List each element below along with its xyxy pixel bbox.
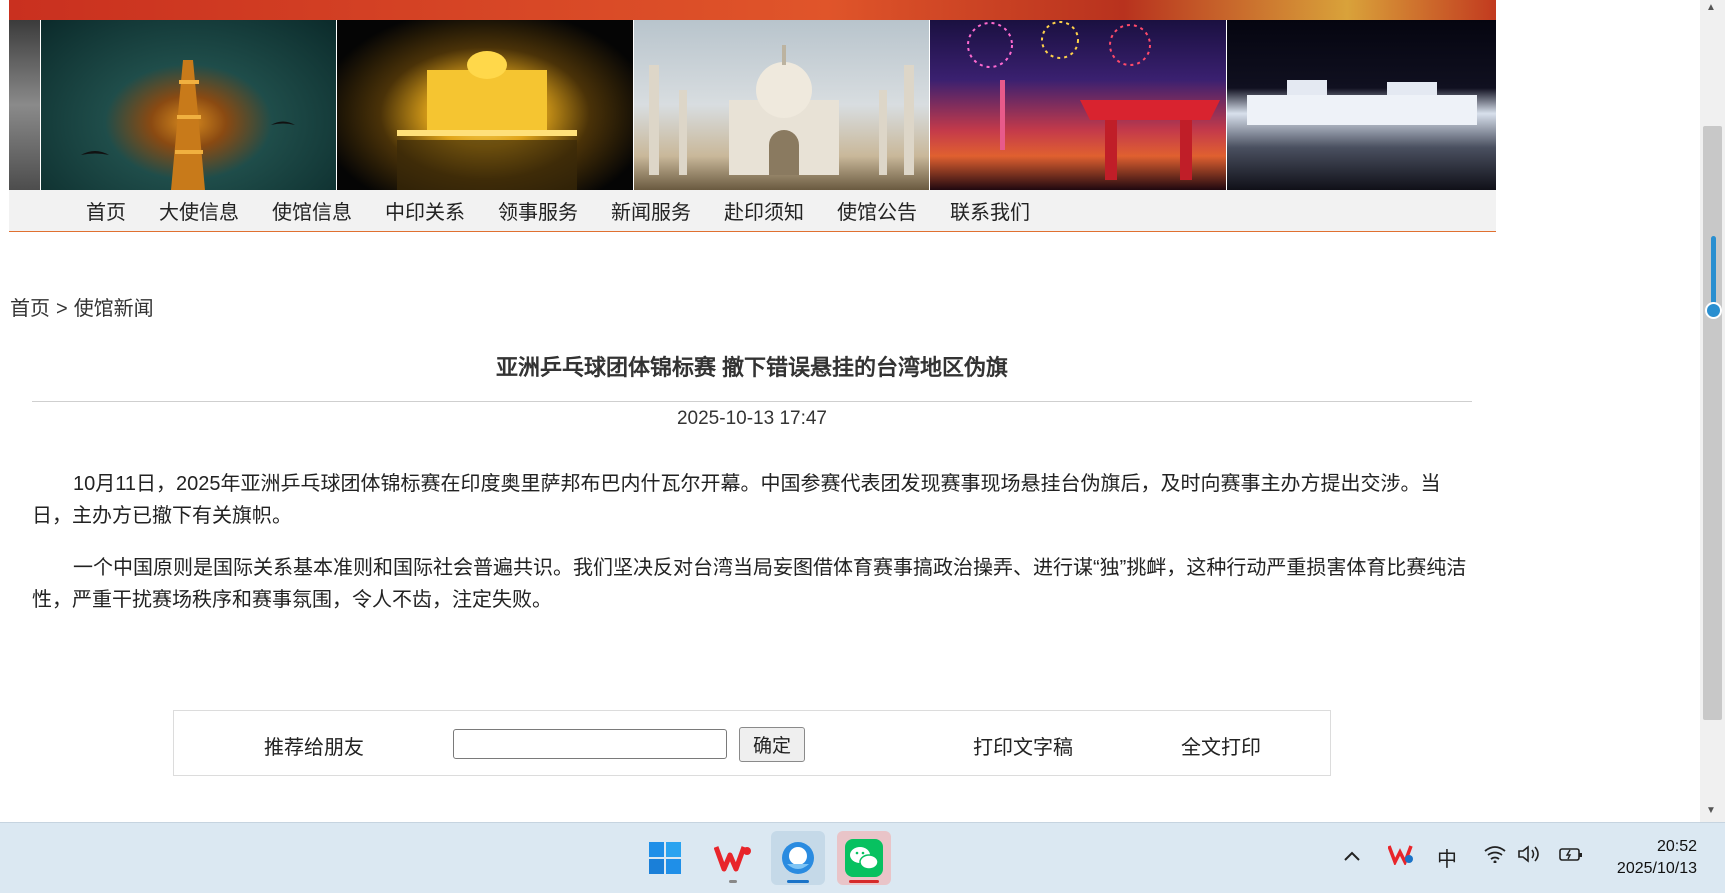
wps-office-icon — [714, 846, 751, 872]
lake-palace-illustration — [1246, 80, 1477, 125]
show-hidden-icons-chevron-icon[interactable] — [1343, 845, 1361, 868]
battery-charging-icon[interactable] — [1558, 845, 1584, 869]
print-text-link[interactable]: 打印文字稿 — [973, 731, 1073, 760]
thermometer-bulb-icon — [1705, 302, 1722, 319]
breadcrumb: 首页 > 使馆新闻 — [10, 292, 154, 321]
shanghai-expo-illustration — [967, 21, 1221, 180]
system-clock[interactable]: 20:52 2025/10/13 — [1617, 836, 1697, 880]
thermometer-widget-icon — [1711, 236, 1716, 310]
taj-mahal-illustration — [648, 45, 914, 175]
print-full-link[interactable]: 全文打印 — [1181, 731, 1261, 760]
taskbar-wechat[interactable] — [837, 831, 891, 885]
main-nav: 首页 大使信息 使馆信息 中印关系 领事服务 新闻服务 赴印须知 使馆公告 联系… — [9, 190, 1496, 232]
breadcrumb-current-link[interactable]: 使馆新闻 — [74, 298, 154, 320]
confirm-button[interactable]: 确定 — [739, 727, 805, 762]
nav-item-travel-notice[interactable]: 赴印须知 — [724, 196, 804, 225]
breadcrumb-home-link[interactable]: 首页 — [10, 298, 50, 320]
windows-start-icon — [649, 842, 681, 874]
banner-photo-taj-mahal — [633, 20, 931, 190]
clock-date: 2025/10/13 — [1616, 860, 1697, 877]
ime-indicator[interactable]: 中 — [1437, 843, 1457, 872]
start-button[interactable] — [638, 831, 692, 885]
breadcrumb-separator: > — [56, 298, 68, 320]
banner-photo-qutub-minar — [40, 20, 338, 190]
title-divider — [32, 401, 1472, 402]
banner-photo-golden-temple — [337, 20, 634, 190]
nav-item-home[interactable]: 首页 — [86, 196, 126, 225]
share-toolbar: 推荐给朋友 确定 打印文字稿 全文打印 — [173, 710, 1331, 776]
wechat-active-indicator — [849, 880, 879, 883]
nav-item-china-india-relations[interactable]: 中印关系 — [385, 196, 465, 225]
article-paragraph: 10月11日，2025年亚洲乒乓球团体锦标赛在印度奥里萨邦布巴内什瓦尔开幕。中国… — [32, 473, 1441, 527]
wifi-icon[interactable] — [1484, 845, 1506, 869]
recommend-to-friend-label: 推荐给朋友 — [264, 737, 364, 759]
golden-temple-illustration — [397, 51, 578, 190]
browser-icon — [782, 842, 814, 874]
clock-time: 20:52 — [1656, 838, 1697, 855]
taskbar-wps-office[interactable] — [706, 831, 760, 885]
article-body: 10月11日，2025年亚洲乒乓球团体锦标赛在印度奥里萨邦布巴内什瓦尔开幕。中国… — [32, 468, 1472, 636]
nav-item-ambassador[interactable]: 大使信息 — [159, 196, 239, 225]
header-top-strip — [9, 0, 1496, 20]
banner-photo-shanghai-fireworks — [930, 20, 1227, 190]
article-paragraph: 一个中国原则是国际关系基本准则和国际社会普遍共识。我们坚决反对台湾当局妄图借体育… — [32, 557, 1467, 611]
recommend-email-input[interactable] — [453, 729, 727, 759]
browser-active-indicator — [787, 880, 809, 883]
article-title: 亚洲乒乓球团体锦标赛 撤下错误悬挂的台湾地区伪旗 — [495, 355, 1009, 380]
banner-photo-lake-palace — [1226, 20, 1497, 190]
scroll-thumb[interactable] — [1703, 126, 1722, 720]
banner-photo-pillar — [9, 20, 41, 190]
nav-item-consular-services[interactable]: 领事服务 — [498, 196, 578, 225]
wps-tray-icon[interactable] — [1387, 843, 1414, 871]
nav-item-announcements[interactable]: 使馆公告 — [837, 196, 917, 225]
volume-icon[interactable] — [1517, 845, 1541, 869]
scroll-down-arrow-icon[interactable]: ▼ — [1706, 805, 1716, 816]
header-banner — [9, 20, 1497, 190]
vertical-scrollbar[interactable]: ▲ ▼ — [1700, 0, 1725, 822]
taskbar: 中 20:52 2025/10/13 — [0, 822, 1725, 893]
qutub-minar-illustration — [80, 60, 295, 190]
scroll-up-arrow-icon[interactable]: ▲ — [1706, 2, 1716, 13]
wps-running-indicator — [729, 880, 737, 883]
nav-item-news-services[interactable]: 新闻服务 — [611, 196, 691, 225]
web-page: 首页 大使信息 使馆信息 中印关系 领事服务 新闻服务 赴印须知 使馆公告 联系… — [0, 0, 1700, 822]
taskbar-browser[interactable] — [771, 831, 825, 885]
article-date: 2025-10-13 17:47 — [676, 408, 827, 429]
wechat-icon — [845, 839, 883, 877]
nav-item-embassy-info[interactable]: 使馆信息 — [272, 196, 352, 225]
nav-item-contact-us[interactable]: 联系我们 — [950, 196, 1030, 225]
